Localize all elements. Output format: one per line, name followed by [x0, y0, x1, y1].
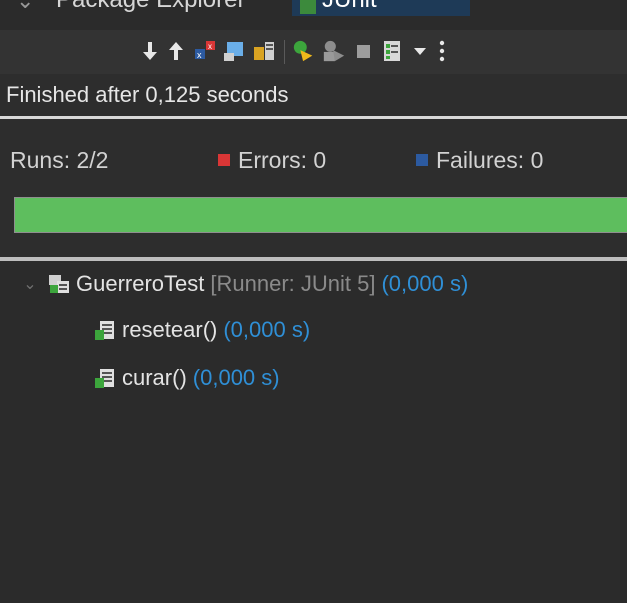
chevron-icon: ⌄ — [16, 0, 35, 13]
view-menu-icon[interactable] — [430, 38, 454, 64]
rerun-failures-first-icon[interactable] — [322, 38, 346, 64]
test-method-time: (0,000 s) — [223, 317, 311, 342]
status-text: Finished after 0,125 seconds — [6, 82, 289, 107]
error-icon — [218, 153, 230, 166]
junit-tab-icon — [300, 0, 316, 14]
progress-fill — [15, 198, 629, 232]
test-suite-time: (0,000 s) — [381, 271, 469, 296]
collapse-chevron-icon[interactable]: ⌄ — [20, 274, 40, 294]
test-run-history-icon[interactable] — [380, 38, 404, 64]
test-method-time: (0,000 s) — [192, 365, 280, 390]
tree-root-row[interactable]: ⌄ GuerreroTest [Runner: JUnit 5] (0,000 … — [20, 267, 468, 301]
test-method-name: resetear() — [122, 317, 218, 342]
runs-counter: Runs: 2/2 — [10, 147, 109, 173]
tab-package-explorer[interactable]: Package Explorer — [56, 0, 245, 14]
next-failure-icon[interactable] — [138, 38, 162, 64]
failure-icon — [416, 153, 428, 166]
junit-view: ⌄ Package Explorer JUnit xx — [0, 0, 635, 606]
tab-junit-label: JUnit — [322, 0, 377, 13]
tree-item-curar[interactable]: curar() (0,000 s) — [94, 361, 280, 395]
progress-bar — [14, 197, 630, 233]
junit-toolbar: xx — [0, 30, 635, 75]
test-tree: ⌄ GuerreroTest [Runner: JUnit 5] (0,000 … — [0, 261, 635, 606]
toolbar-separator — [284, 40, 285, 64]
counter-panel: Runs: 2/2 Errors: 0 Failures: 0 — [0, 119, 635, 257]
dropdown-icon[interactable] — [408, 38, 432, 64]
show-failures-only-icon[interactable]: xx — [193, 38, 217, 64]
stop-icon[interactable] — [352, 38, 376, 64]
status-line: Finished after 0,125 seconds — [0, 74, 635, 119]
errors-counter: Errors: 0 — [218, 147, 326, 174]
test-suite-name: GuerreroTest — [76, 271, 205, 296]
failures-label: Failures: 0 — [436, 147, 544, 173]
test-runner-label: [Runner: JUnit 5] — [210, 271, 376, 296]
errors-label: Errors: 0 — [238, 147, 327, 173]
test-method-name: curar() — [122, 365, 187, 390]
tab-junit[interactable]: JUnit — [292, 0, 470, 16]
scroll-lock-icon[interactable] — [252, 38, 276, 64]
previous-failure-icon[interactable] — [164, 38, 188, 64]
svg-text:x: x — [208, 42, 212, 51]
window-edge — [627, 0, 635, 606]
show-skipped-only-icon[interactable] — [222, 38, 246, 64]
tree-item-resetear[interactable]: resetear() (0,000 s) — [94, 313, 310, 347]
failures-counter: Failures: 0 — [416, 147, 543, 174]
test-suite-icon — [49, 275, 69, 293]
view-tab-strip: ⌄ Package Explorer JUnit — [0, 0, 635, 30]
test-pass-icon — [95, 321, 114, 340]
svg-text:x: x — [197, 50, 202, 60]
test-pass-icon — [95, 369, 114, 388]
rerun-test-icon[interactable] — [292, 38, 316, 64]
